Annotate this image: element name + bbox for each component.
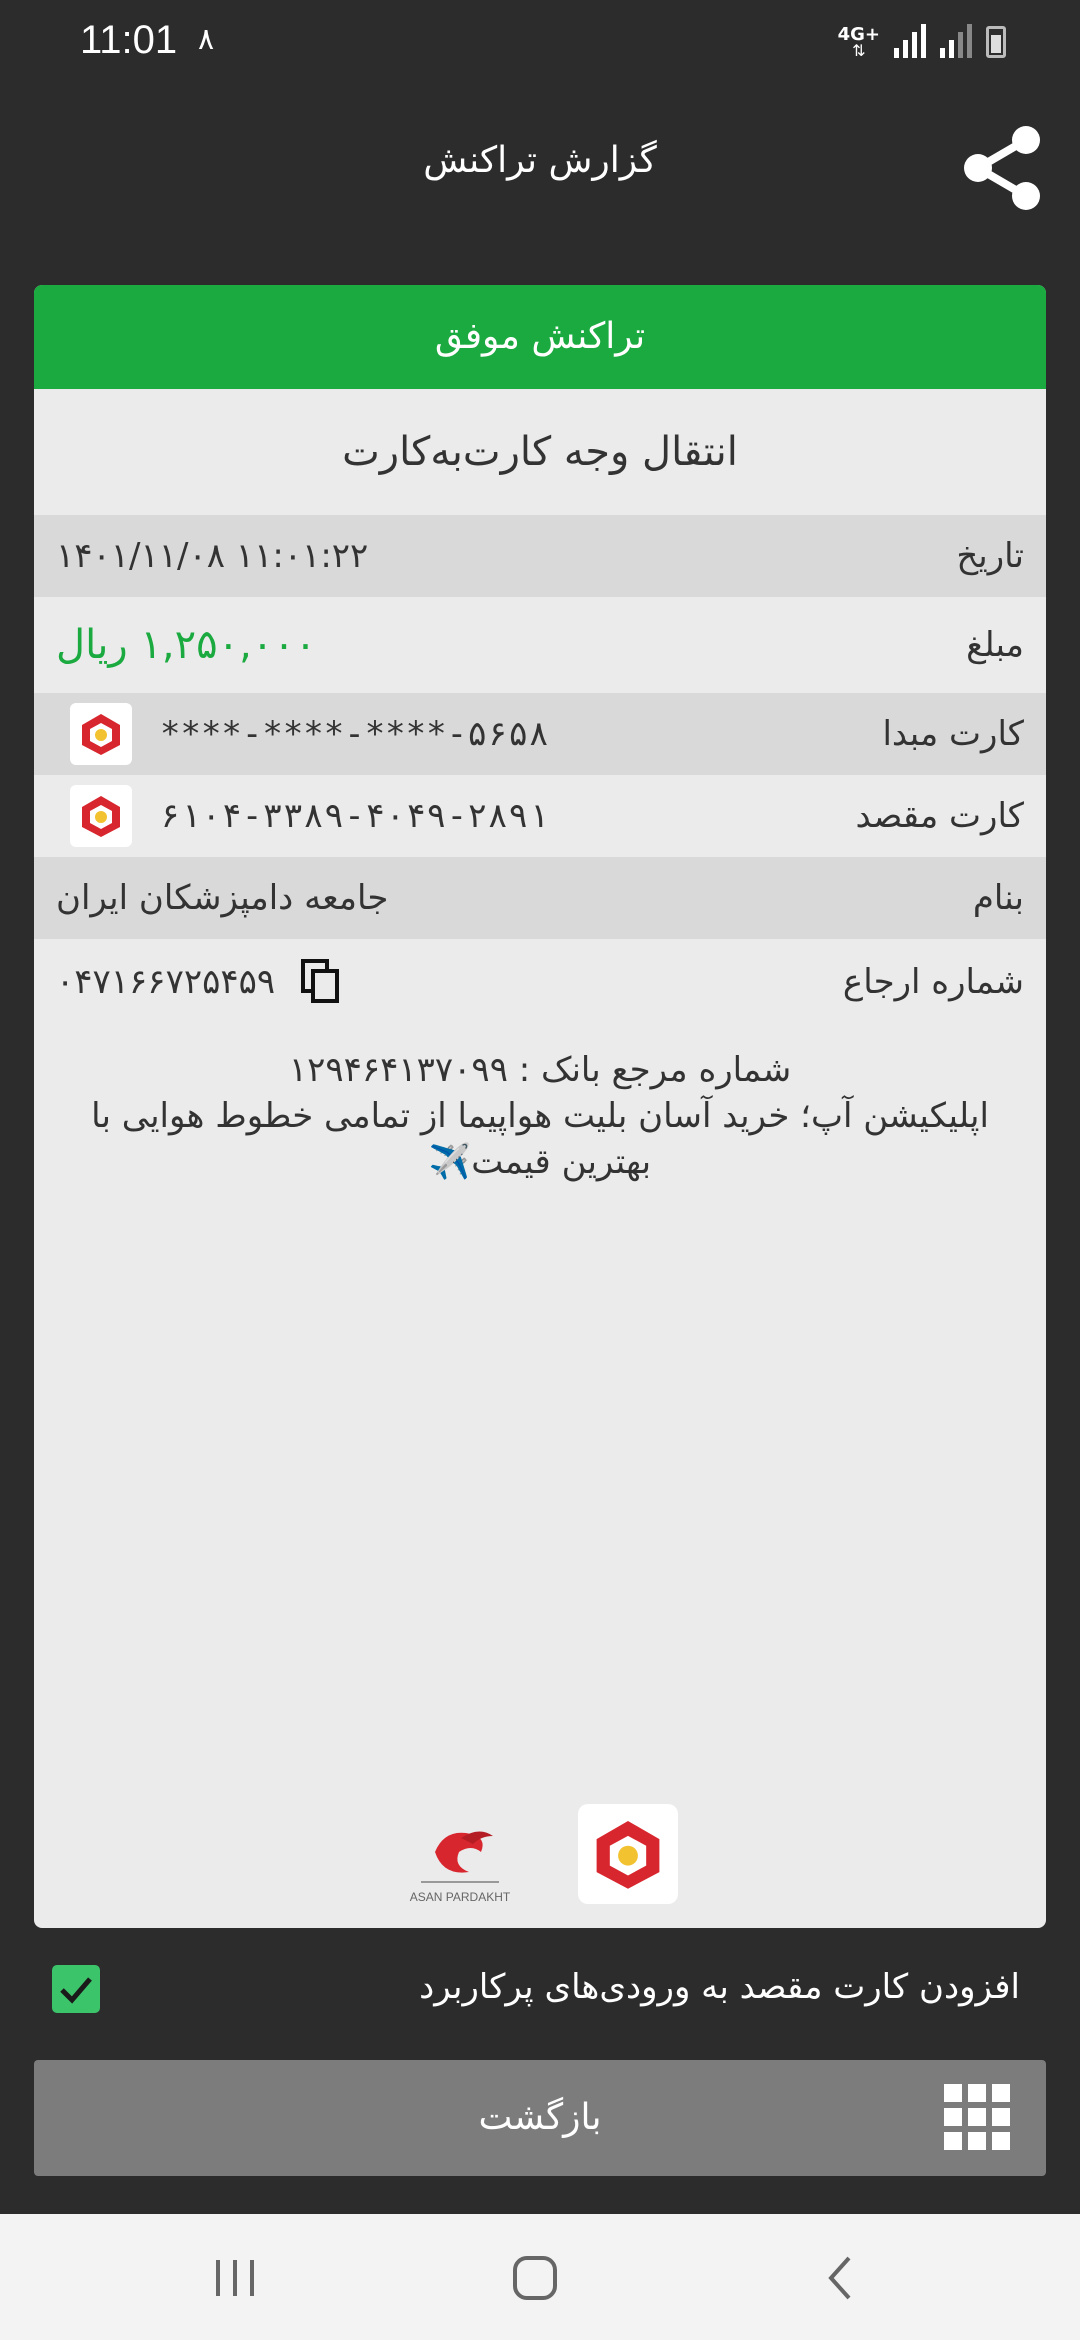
transaction-type: انتقال وجه کارت‌به‌کارت: [342, 429, 738, 475]
bank-logo-large: [578, 1804, 678, 1904]
page-title: گزارش تراکنش: [423, 140, 657, 181]
bank-reference: شماره مرجع بانک : ۱۲۹۴۶۴۱۳۷۰۹۹: [288, 1050, 792, 1090]
add-favorite-card-row: افزودن کارت مقصد به ورودی‌های پرکاربرد: [34, 1955, 1046, 2027]
status-icons: 4G+ ⇅: [837, 24, 1006, 60]
home-icon[interactable]: [500, 2250, 570, 2306]
amount-label: مبلغ: [966, 625, 1024, 665]
status-time: 11:01: [80, 18, 178, 62]
dest-card-label: کارت مقصد: [855, 796, 1024, 836]
bank-logo-icon: [70, 703, 132, 765]
source-card-value-group: ****-****-****-۵۶۵۸: [70, 703, 549, 765]
source-card-label: کارت مبدا: [882, 714, 1024, 754]
dest-card-value: ۶۱۰۴-۳۳۸۹-۴۰۴۹-۲۸۹۱: [160, 796, 549, 836]
bank-logo-icon: [70, 785, 132, 847]
copy-icon[interactable]: [301, 959, 341, 1005]
name-value: جامعه دامپزشکان ایران: [56, 878, 389, 918]
bank-reference-text: شماره مرجع بانک : ۱۲۹۴۶۴۱۳۷۰۹۹ اپلیکیشن …: [34, 1025, 1046, 1185]
footer-logos: ASAN PARDAKHT: [34, 1804, 1046, 1904]
dest-card-row: کارت مقصد ۶۱۰۴-۳۳۸۹-۴۰۴۹-۲۸۹۱: [34, 775, 1046, 857]
back-button-label: بازگشت: [478, 2097, 602, 2138]
signal-icon-secondary: [940, 24, 972, 58]
date-label: تاریخ: [956, 536, 1024, 576]
signal-icon: [894, 24, 926, 58]
dest-card-value-group: ۶۱۰۴-۳۳۸۹-۴۰۴۹-۲۸۹۱: [70, 785, 549, 847]
back-button[interactable]: بازگشت: [34, 2060, 1046, 2176]
transaction-status: تراکنش موفق: [34, 285, 1046, 389]
share-button[interactable]: [960, 122, 1044, 214]
network-indicator: 4G+ ⇅: [837, 24, 880, 60]
battery-icon: [986, 26, 1006, 58]
name-label: بنام: [972, 878, 1024, 918]
back-nav-icon[interactable]: [805, 2250, 875, 2306]
recent-apps-icon[interactable]: [200, 2250, 270, 2306]
date-row: تاریخ ۱۴۰۱/۱۱/۰۸ ۱۱:۰۱:۲۲: [34, 515, 1046, 597]
source-card-value: ****-****-****-۵۶۵۸: [160, 714, 549, 754]
system-nav-bar: [0, 2214, 1080, 2340]
grid-menu-icon: [944, 2084, 1010, 2150]
source-card-row: کارت مبدا ****-****-****-۵۶۵۸: [34, 693, 1046, 775]
reference-row: شماره ارجاع ۰۴۷۱۶۶۷۲۵۴۵۹: [34, 939, 1046, 1025]
status-bar: 11:01 ٨ 4G+ ⇅: [0, 0, 1080, 84]
amount-value: ۱,۲۵۰,۰۰۰ ریال: [56, 622, 317, 668]
reference-label: شماره ارجاع: [842, 962, 1024, 1002]
asan-pardakht-logo: ASAN PARDAKHT: [402, 1822, 518, 1904]
add-favorite-card-checkbox[interactable]: [52, 1965, 100, 2013]
reference-value: ۰۴۷۱۶۶۷۲۵۴۵۹: [56, 962, 276, 1002]
promo-text: اپلیکیشن آپ؛ خرید آسان بلیت هواپیما از ت…: [91, 1096, 989, 1182]
check-icon: [60, 1977, 92, 2004]
asan-pardakht-text: ASAN PARDAKHT: [409, 1890, 511, 1904]
name-row: بنام جامعه دامپزشکان ایران: [34, 857, 1046, 939]
reference-value-group: ۰۴۷۱۶۶۷۲۵۴۵۹: [56, 959, 341, 1005]
receipt-card: تراکنش موفق انتقال وجه کارت‌به‌کارت تاری…: [34, 285, 1046, 1928]
add-favorite-card-label: افزودن کارت مقصد به ورودی‌های پرکاربرد: [419, 1967, 1020, 2007]
date-value: ۱۴۰۱/۱۱/۰۸ ۱۱:۰۱:۲۲: [56, 536, 369, 576]
notification-indicator: ٨: [198, 22, 215, 57]
share-icon: [964, 126, 1040, 210]
amount-row: مبلغ ۱,۲۵۰,۰۰۰ ریال: [34, 597, 1046, 693]
